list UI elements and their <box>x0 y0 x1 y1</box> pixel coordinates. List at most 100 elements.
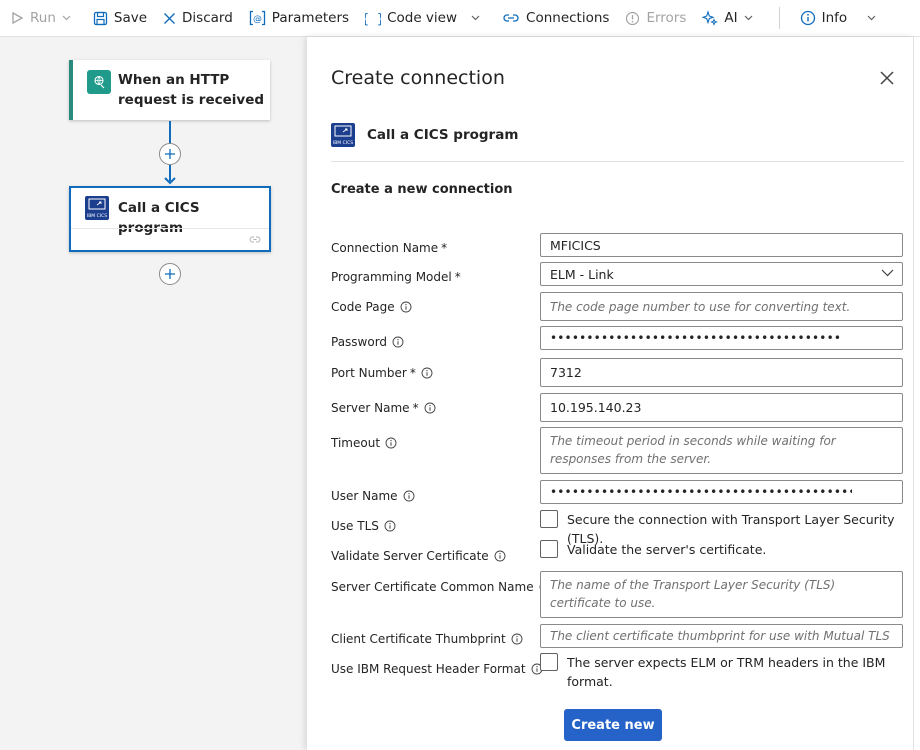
insert-step-button[interactable] <box>159 143 181 165</box>
error-icon <box>626 11 640 25</box>
code-view-label: Code view <box>387 10 458 26</box>
user-name-input[interactable]: ••••••••••••••••••••••••••••••••••••••••… <box>540 480 903 504</box>
info-button[interactable]: Info <box>800 0 883 36</box>
input-value: ••••••••••••••••••••••••••••••••••••••••… <box>550 485 852 499</box>
parameters-icon: @ <box>249 10 265 26</box>
info-icon[interactable] <box>403 490 415 502</box>
trigger-title: When an HTTP request is received <box>118 70 264 110</box>
parameters-label: Parameters <box>271 10 350 26</box>
save-button[interactable]: Save <box>93 0 147 36</box>
trigger-title-line2: request is received <box>118 92 265 108</box>
create-new-button[interactable]: Create new <box>564 709 662 741</box>
info-label: Info <box>821 10 848 26</box>
discard-label: Discard <box>182 10 233 26</box>
close-panel-button[interactable] <box>876 67 898 89</box>
arrow-down-icon <box>164 177 176 185</box>
label-text: Server Certificate Common Name <box>331 580 534 594</box>
chevron-down-icon <box>881 269 894 277</box>
info-icon[interactable] <box>421 367 433 379</box>
timeout-label: Timeout <box>331 436 397 450</box>
add-step-button[interactable] <box>159 263 181 285</box>
required-marker: * <box>409 366 416 380</box>
info-icon[interactable] <box>424 402 436 414</box>
info-icon[interactable] <box>385 437 397 449</box>
info-icon[interactable] <box>494 550 506 562</box>
action-title: Call a CICS program <box>118 200 200 236</box>
input-placeholder: The timeout period in seconds while wait… <box>550 434 836 466</box>
label-text: User Name <box>331 489 398 503</box>
trigger-card[interactable]: When an HTTP request is received <box>69 60 270 120</box>
ai-button[interactable]: AI <box>702 0 758 36</box>
use-tls-checkbox[interactable] <box>540 510 558 528</box>
label-text: Connection Name <box>331 241 439 255</box>
input-value: 7312 <box>550 365 582 380</box>
programming-model-select[interactable]: ELM - Link <box>540 262 903 286</box>
chevron-down-icon <box>62 15 71 21</box>
connections-button[interactable]: Connections <box>502 0 609 36</box>
save-icon <box>93 11 108 25</box>
http-request-icon <box>87 70 111 94</box>
info-icon[interactable] <box>400 301 412 313</box>
sparkle-icon <box>702 10 719 26</box>
port-number-input[interactable]: 7312 <box>540 358 903 387</box>
close-icon <box>880 71 894 85</box>
code-page-input[interactable]: The code page number to use for converti… <box>540 292 903 321</box>
input-value: 10.195.140.23 <box>550 400 642 415</box>
input-placeholder: The code page number to use for converti… <box>550 300 851 314</box>
create-connection-panel: Create connection IBM CICS Call a CICS p… <box>307 37 913 750</box>
connector-header: IBM CICS Call a CICS program <box>331 123 518 147</box>
label-text: Timeout <box>331 436 381 450</box>
braces-icon: { } <box>365 12 381 26</box>
input-placeholder: The name of the Transport Layer Security… <box>550 578 836 610</box>
programming-model-label: Programming Model * <box>331 270 461 284</box>
ibm-header-row: The server expects ELM or TRM headers in… <box>540 653 903 691</box>
label-text: Use IBM Request Header Format <box>331 662 526 676</box>
parameters-button[interactable]: @ Parameters <box>249 0 349 36</box>
client-thumbprint-input[interactable]: The client certificate thumbprint for us… <box>540 624 903 648</box>
input-value: ••••••••••••••••••••••••••••••••••••••••… <box>550 331 840 345</box>
info-icon <box>800 10 815 26</box>
info-icon[interactable] <box>511 633 523 645</box>
link-icon <box>503 14 519 22</box>
discard-button[interactable]: Discard <box>163 0 233 36</box>
card-divider <box>71 228 269 229</box>
validate-cert-checkbox[interactable] <box>540 540 558 558</box>
designer-toolbar: Run Save Discard @ Parameters { } Code v… <box>0 0 920 37</box>
label-text: Validate Server Certificate <box>331 549 489 563</box>
plus-icon <box>165 269 175 279</box>
ibm-cics-icon: IBM CICS <box>331 123 355 147</box>
connection-name-input[interactable]: MFICICS <box>540 233 903 257</box>
svg-text:@: @ <box>253 15 262 25</box>
info-icon[interactable] <box>392 336 404 348</box>
input-value: MFICICS <box>550 237 601 253</box>
errors-label: Errors <box>646 10 687 26</box>
background-pane-edge <box>913 37 920 750</box>
code-page-label: Code Page <box>331 300 412 314</box>
link-icon <box>249 236 261 243</box>
validate-cert-label: Validate Server Certificate <box>331 549 506 563</box>
code-view-button[interactable]: { } Code view <box>365 0 486 36</box>
section-title: Create a new connection <box>331 182 513 197</box>
server-name-input[interactable]: 10.195.140.23 <box>540 393 903 422</box>
client-thumbprint-label: Client Certificate Thumbprint <box>331 632 523 646</box>
svg-text:{ }: { } <box>365 12 381 26</box>
run-button[interactable]: Run <box>10 0 77 36</box>
close-icon <box>164 12 176 24</box>
port-number-label: Port Number * <box>331 366 433 380</box>
workflow-canvas: When an HTTP request is received IBM CIC… <box>0 37 307 750</box>
connection-name-label: Connection Name * <box>331 241 447 255</box>
required-marker: * <box>454 270 461 284</box>
chevron-down-icon <box>744 15 753 21</box>
label-text: Port Number <box>331 366 407 380</box>
action-card[interactable]: IBM CICS Call a CICS program <box>69 186 271 252</box>
password-input[interactable]: ••••••••••••••••••••••••••••••••••••••••… <box>540 326 903 350</box>
server-name-label: Server Name * <box>331 401 436 415</box>
validate-cert-row: Validate the server's certificate. <box>540 540 766 559</box>
save-label: Save <box>113 10 148 26</box>
checkbox-text: Validate the server's certificate. <box>567 542 767 557</box>
ibm-header-checkbox[interactable] <box>540 653 558 671</box>
cert-common-name-input[interactable]: The name of the Transport Layer Security… <box>540 571 903 618</box>
errors-button[interactable]: Errors <box>625 0 686 36</box>
info-icon[interactable] <box>384 520 396 532</box>
timeout-input[interactable]: The timeout period in seconds while wait… <box>540 427 903 474</box>
